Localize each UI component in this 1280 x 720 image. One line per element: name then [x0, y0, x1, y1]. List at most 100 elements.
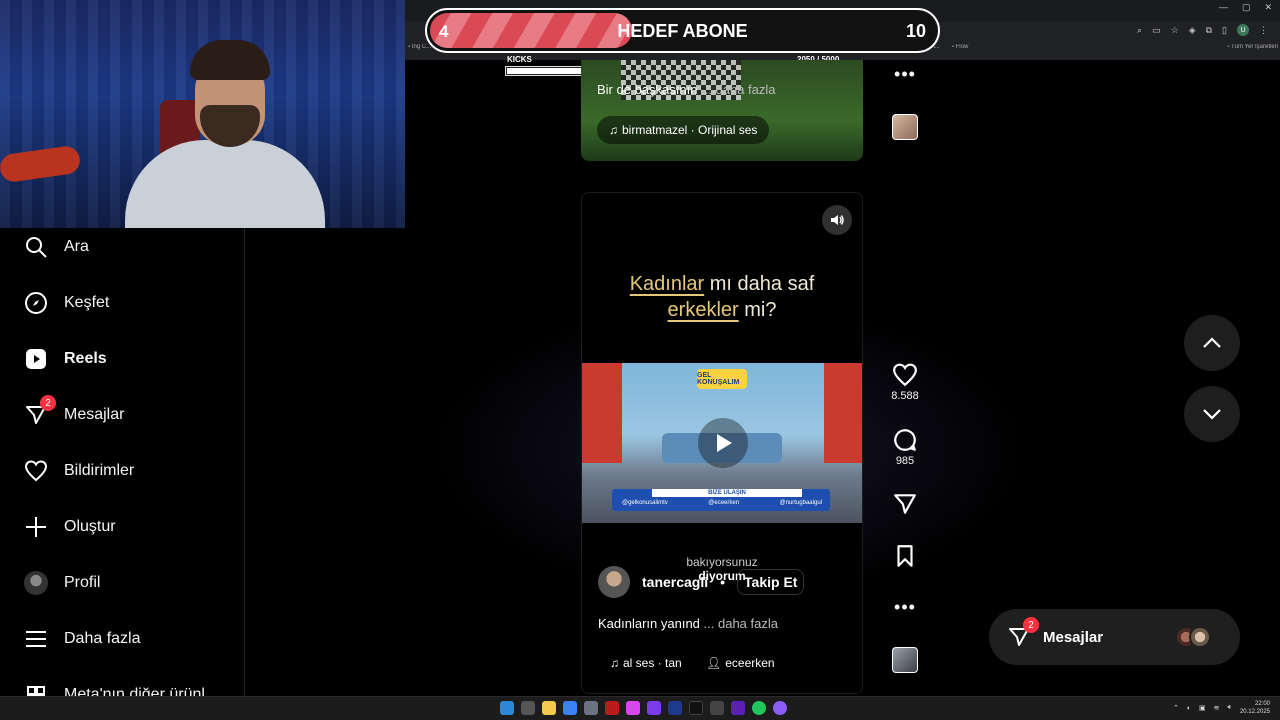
reel-caption: Bir de başkasının ... daha fazla: [597, 82, 776, 97]
reel-caption: Kadınların yanınd ... daha fazla: [598, 616, 778, 631]
bookmark-icon: [897, 545, 913, 567]
goal-title: HEDEF ABONE: [617, 21, 748, 41]
windows-start-icon[interactable]: [500, 701, 514, 715]
reel-previous[interactable]: Bir de başkasının ... daha fazla ♫ birma…: [581, 60, 863, 161]
wifi-icon[interactable]: ≋: [1214, 704, 1220, 712]
audio-pill[interactable]: ♫ birmatmazel · Orijinal ses: [597, 116, 770, 144]
tiktok-icon[interactable]: [689, 701, 703, 715]
kicks-label: KICKS: [507, 55, 532, 64]
lower-third-handles: @gelkonusalimtv @eceerken @nurtugbaalgul: [622, 500, 822, 506]
author-username[interactable]: tanercagli: [642, 574, 708, 590]
app-icon[interactable]: [647, 701, 661, 715]
audio-thumbnail[interactable]: [892, 114, 918, 140]
all-bookmarks-folder[interactable]: Tüm Yer İşaretleri: [1227, 44, 1278, 56]
sidebar-item-search[interactable]: Ara: [24, 232, 89, 262]
heart-icon: [24, 459, 48, 483]
audio-label: birmatmazel · Orijinal ses: [622, 123, 758, 137]
comment-button[interactable]: 985: [890, 427, 920, 467]
chrome-icon[interactable]: [752, 701, 766, 715]
tray-chevron-icon[interactable]: ⌃: [1173, 704, 1179, 712]
more-options-button[interactable]: •••: [890, 597, 920, 618]
lower-third-handle: @nurtugbaalgul: [779, 500, 822, 506]
studio-wall: [824, 363, 862, 463]
previous-reel-button[interactable]: [1184, 315, 1240, 371]
reel-current[interactable]: Kadınlar mı daha saf erkekler mi? GEL KO…: [581, 192, 863, 694]
instagram-icon[interactable]: [626, 701, 640, 715]
cast-icon[interactable]: ▭: [1152, 25, 1161, 36]
more-options-button[interactable]: •••: [890, 64, 920, 85]
webcam-feed: [0, 0, 405, 228]
next-reel-button[interactable]: [1184, 386, 1240, 442]
like-button[interactable]: 8.588: [890, 362, 920, 402]
close-icon[interactable]: ✕: [1264, 2, 1272, 13]
tray-app-icon[interactable]: ◐: [1187, 705, 1191, 712]
caption-more-link[interactable]: ... daha fazla: [704, 616, 778, 631]
app-icon[interactable]: [563, 701, 577, 715]
reel-headline: Kadınlar mı daha saf erkekler mi?: [582, 271, 862, 323]
more-horizontal-icon: •••: [894, 597, 916, 617]
tagged-user-label: eceerken: [725, 656, 775, 670]
screen: — ▢ ✕ ⌕ ▭ ☆ ◈ ⧉ ▯ U ⋮ İng C... Nakit h..…: [0, 0, 1280, 720]
puzzle-icon[interactable]: ⧉: [1206, 25, 1212, 36]
tray-app-icon[interactable]: ▣: [1199, 704, 1206, 712]
sidebar-item-more[interactable]: Daha fazla: [24, 624, 141, 654]
sidebar-item-label: Mesajlar: [64, 406, 125, 423]
task-view-icon[interactable]: [521, 701, 535, 715]
photoshop-icon[interactable]: [668, 701, 682, 715]
follow-button[interactable]: Takip Et: [737, 569, 805, 595]
author-separator: •: [720, 574, 726, 590]
volume-icon[interactable]: 🔉︎: [1228, 704, 1232, 712]
audio-thumbnail[interactable]: [892, 647, 918, 673]
chevron-down-icon: [1203, 409, 1221, 420]
play-button[interactable]: [698, 418, 748, 468]
tagged-user-pill[interactable]: 👤︎ eceerken: [694, 649, 787, 677]
avatar: [24, 571, 48, 595]
like-count: 8.588: [891, 390, 919, 402]
sidebar-item-label: Reels: [64, 350, 107, 367]
zoom-icon[interactable]: ⌕: [1137, 25, 1142, 36]
avatar: [1189, 626, 1211, 648]
star-icon[interactable]: ☆: [1171, 25, 1179, 36]
restore-icon[interactable]: ▢: [1242, 2, 1251, 13]
heart-icon: [893, 363, 917, 387]
caption-more-link[interactable]: ... daha fazla: [701, 82, 775, 97]
opera-icon[interactable]: [605, 701, 619, 715]
bookmark[interactable]: Flow: [952, 44, 969, 56]
lower-third-handle: @gelkonusalimtv: [622, 500, 668, 506]
save-button[interactable]: [890, 543, 920, 569]
taskbar: ⌃ ◐ ▣ ≋ 🔉︎ 22:00 20.12.2025: [0, 696, 1280, 720]
sidebar-item-messages[interactable]: 2 Mesajlar: [24, 395, 125, 430]
chevron-up-icon: [1203, 337, 1221, 348]
app-icon[interactable]: [710, 701, 724, 715]
sidebar-item-profile[interactable]: Profil: [24, 568, 100, 598]
taskbar-apps: [500, 701, 787, 715]
app-icon[interactable]: [773, 701, 787, 715]
browser-menu-icon[interactable]: ⋮: [1259, 25, 1268, 36]
minimize-icon[interactable]: —: [1219, 2, 1228, 13]
author-avatar[interactable]: [598, 566, 630, 598]
share-button[interactable]: [890, 491, 920, 517]
sidebar-item-label: Oluştur: [64, 518, 116, 535]
system-tray: ⌃ ◐ ▣ ≋ 🔉︎ 22:00 20.12.2025: [1173, 700, 1270, 716]
reel-caption-text: Bir de başkasının: [597, 82, 698, 97]
sidebar-item-reels[interactable]: Reels: [24, 344, 107, 374]
window-controls: — ▢ ✕: [1219, 2, 1272, 13]
sidebar-item-create[interactable]: Oluştur: [24, 512, 116, 542]
sidebar-item-notifications[interactable]: Bildirimler: [24, 456, 134, 486]
sidebar-item-explore[interactable]: Keşfet: [24, 288, 109, 318]
browser-toolbar: ⌕ ▭ ☆ ◈ ⧉ ▯ U ⋮: [1137, 24, 1268, 36]
sidepanel-icon[interactable]: ▯: [1222, 25, 1227, 36]
bookmark[interactable]: İng C...: [408, 44, 431, 56]
file-explorer-icon[interactable]: [542, 701, 556, 715]
after-effects-icon[interactable]: [731, 701, 745, 715]
volume-button[interactable]: [822, 205, 852, 235]
audio-pill[interactable]: ♫ al ses · tan: [598, 649, 694, 677]
app-icon[interactable]: [584, 701, 598, 715]
notification-badge: 2: [40, 395, 56, 411]
clock[interactable]: 22:00 20.12.2025: [1240, 700, 1270, 716]
browser-profile-avatar[interactable]: U: [1237, 24, 1249, 36]
messages-pill[interactable]: 2 Mesajlar: [989, 609, 1240, 665]
sidebar: Ara Keşfet Reels 2 Mesajlar Bildirimler …: [0, 228, 245, 704]
reel-author-row: tanercagli • Takip Et: [598, 566, 805, 598]
extension-icon[interactable]: ◈: [1189, 25, 1196, 36]
